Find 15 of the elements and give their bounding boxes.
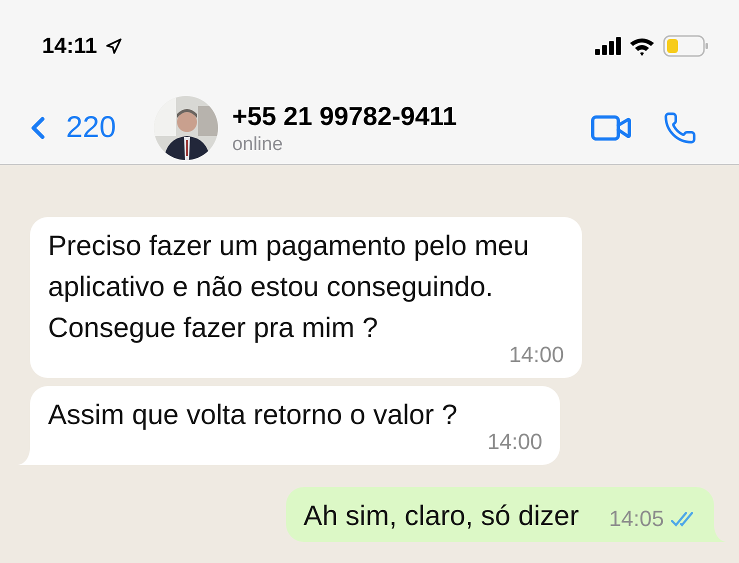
phone-call-button[interactable] [663,111,697,145]
message-text: Assim que volta retorno o valor ? [48,398,458,432]
wifi-icon [629,36,655,56]
battery-icon [663,35,709,57]
status-time: 14:11 [42,33,98,59]
message-time: 14:05 [608,506,664,532]
message-text: Ah sim, claro, só dizer [304,499,579,533]
contact-status: online [232,134,284,156]
message-time: 14:00 [487,429,542,455]
location-arrow-icon [105,38,122,54]
contact-name[interactable]: +55 21 99782-9411 [232,100,559,132]
message-text: Preciso fazer um pagamento pelo meu aplicativo e não estou conseguindo. Consegue fazer pra mim ? [48,229,530,345]
signal-icon [595,37,621,55]
message-time: 14:00 [508,342,564,368]
back-button[interactable]: 220 [20,110,116,146]
